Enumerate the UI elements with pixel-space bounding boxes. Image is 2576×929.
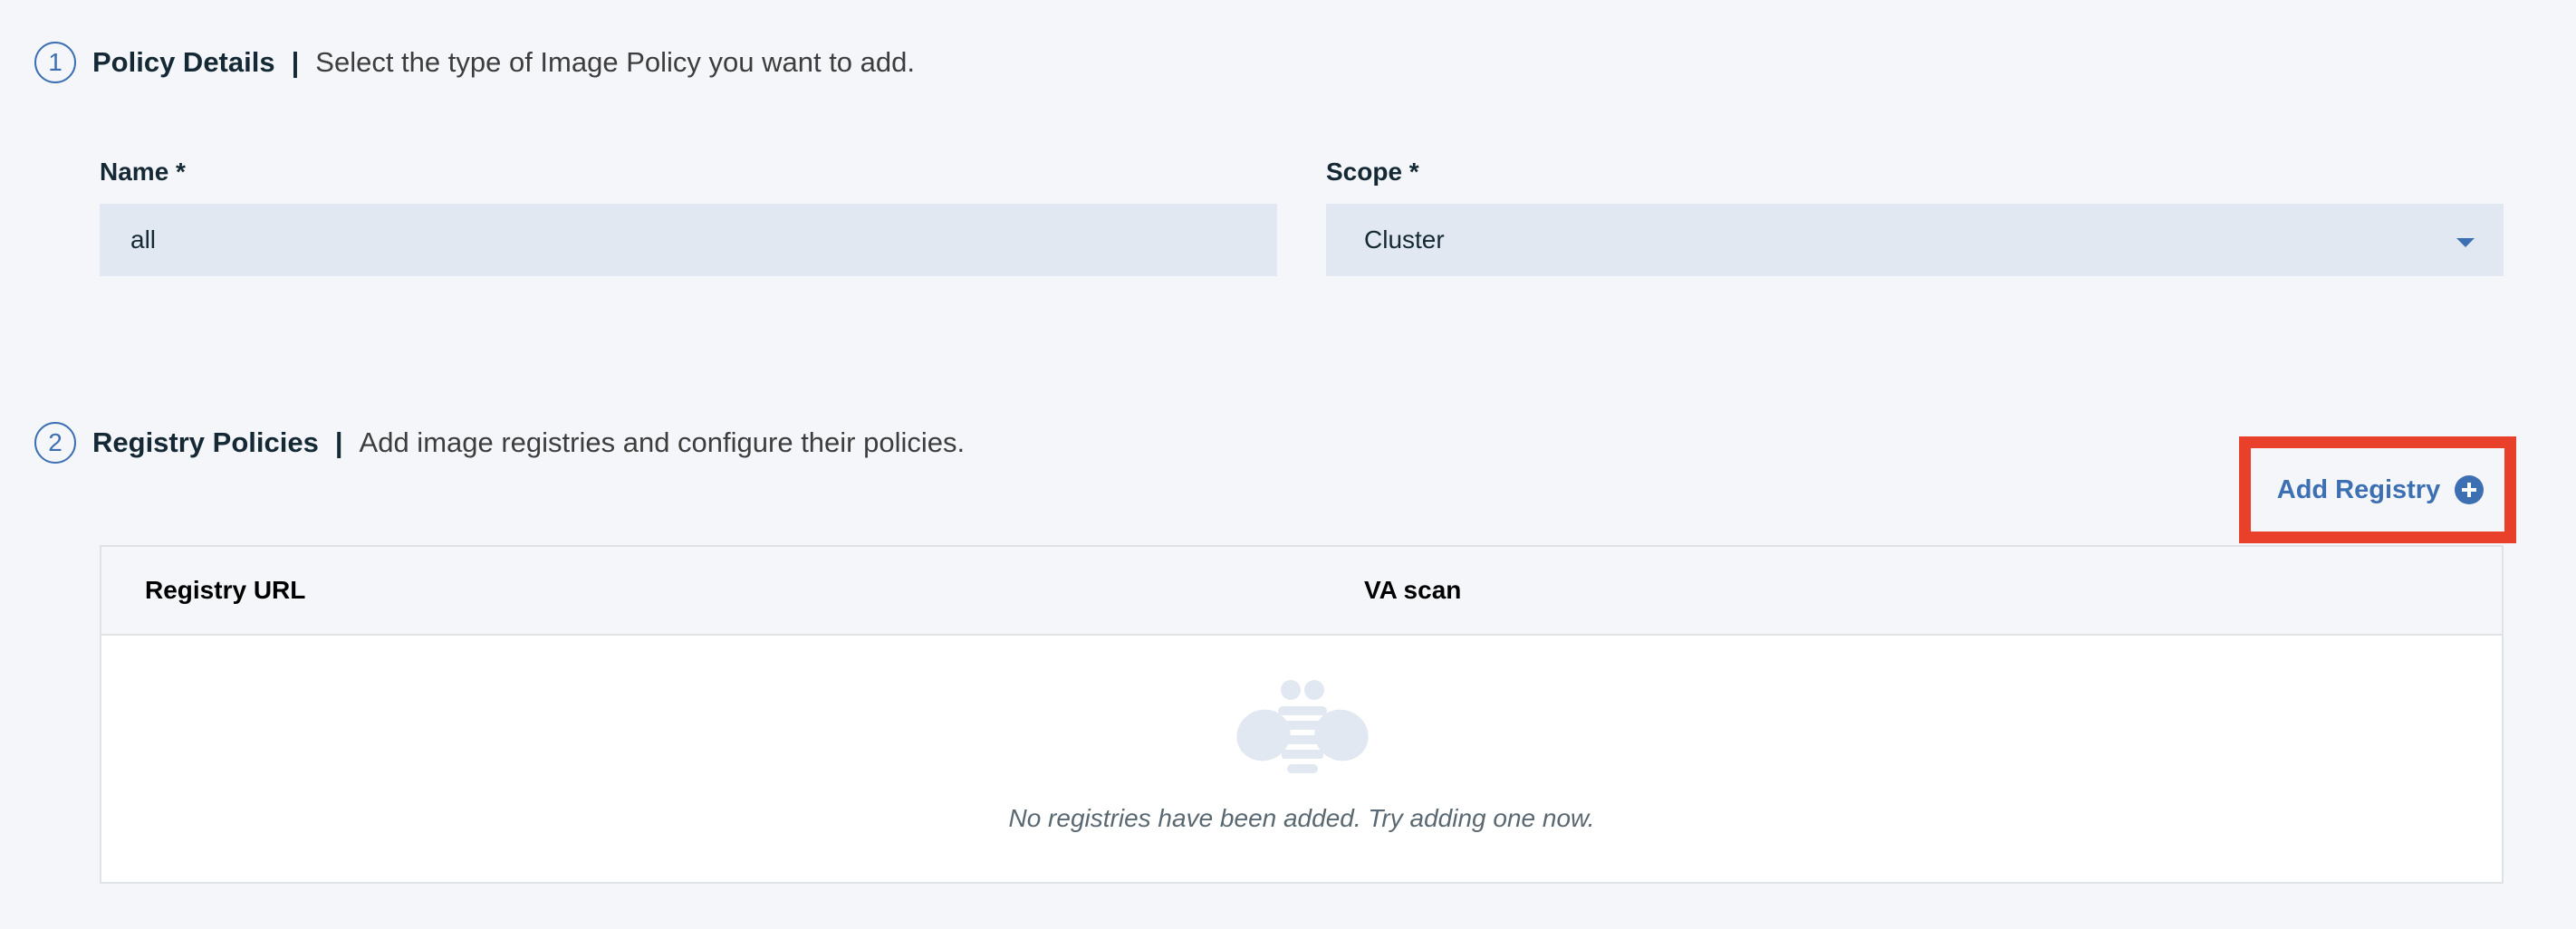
bee-icon xyxy=(1236,679,1369,778)
step-number-1: 1 xyxy=(34,42,76,83)
column-header-va-scan: VA scan xyxy=(1364,576,1462,604)
table-empty-state: No registries have been added. Try addin… xyxy=(101,636,2502,884)
add-circle-icon xyxy=(2455,475,2485,504)
chevron-down-icon xyxy=(2456,238,2475,247)
name-label: Name * xyxy=(100,158,186,186)
empty-message: No registries have been added. Try addin… xyxy=(1008,804,1595,832)
add-registry-button[interactable]: Add Registry xyxy=(2239,436,2516,543)
step-1-header: 1 Policy Details | Select the type of Im… xyxy=(34,38,915,87)
step-2-separator: | xyxy=(334,426,343,458)
step-2-title: Registry Policies xyxy=(92,426,319,458)
step-2-description: Add image registries and configure their… xyxy=(359,426,966,458)
name-field[interactable] xyxy=(100,204,1277,276)
step-2-header: 2 Registry Policies | Add image registri… xyxy=(34,418,965,467)
scope-select[interactable]: Cluster xyxy=(1326,204,2504,276)
scope-label: Scope * xyxy=(1326,158,1419,186)
step-1-separator: | xyxy=(291,46,300,78)
table-header: Registry URL VA scan xyxy=(101,547,2502,636)
step-number-2: 2 xyxy=(34,422,76,464)
registry-table: Registry URL VA scan No registries have … xyxy=(100,545,2504,884)
scope-selected-value: Cluster xyxy=(1364,225,1445,254)
step-1-title: Policy Details xyxy=(92,46,275,78)
add-registry-label: Add Registry xyxy=(2276,474,2441,504)
column-header-registry-url: Registry URL xyxy=(145,576,306,604)
name-input[interactable] xyxy=(100,204,1277,276)
step-1-description: Select the type of Image Policy you want… xyxy=(315,46,915,78)
